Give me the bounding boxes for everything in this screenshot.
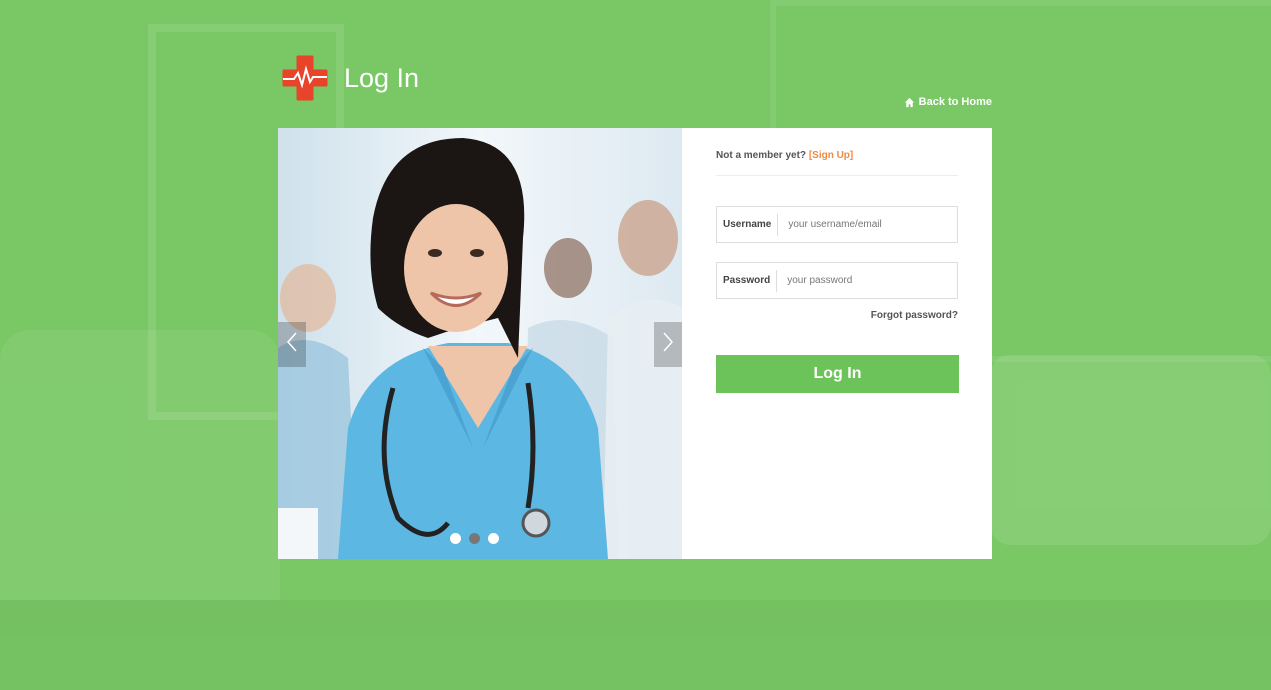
username-field-group: Username: [716, 206, 958, 243]
carousel-dot-2[interactable]: [469, 533, 480, 544]
background-chair: [0, 330, 280, 600]
nurse-photo: [278, 128, 682, 559]
password-input[interactable]: [777, 274, 940, 287]
carousel-indicators: [450, 533, 499, 544]
page-title: Log In: [344, 62, 420, 93]
password-label: Password: [717, 269, 778, 292]
carousel-next-button[interactable]: [654, 322, 682, 367]
medical-cross-heartbeat-icon: [281, 54, 329, 102]
signup-prompt: Not a member yet? [Sign Up]: [716, 150, 958, 161]
carousel-dot-1[interactable]: [450, 533, 461, 544]
chevron-left-icon: [286, 331, 298, 358]
username-input[interactable]: [778, 218, 941, 231]
back-to-home-label: Back to Home: [918, 96, 992, 108]
not-member-text: Not a member yet?: [716, 150, 807, 161]
background-floor: [0, 600, 1271, 690]
login-card: Not a member yet? [Sign Up] Username Pas…: [278, 128, 992, 559]
login-form: Not a member yet? [Sign Up] Username Pas…: [716, 128, 959, 393]
username-label: Username: [717, 213, 779, 236]
background-sofa: [990, 355, 1271, 545]
login-button[interactable]: Log In: [716, 355, 959, 393]
password-field-group: Password: [716, 262, 958, 299]
image-carousel: [278, 128, 682, 559]
back-to-home-link[interactable]: Back to Home: [904, 96, 992, 108]
home-icon: [904, 97, 915, 108]
signup-link[interactable]: [Sign Up]: [809, 150, 853, 161]
divider: [716, 175, 958, 176]
forgot-password-link[interactable]: Forgot password?: [716, 310, 958, 321]
carousel-dot-3[interactable]: [488, 533, 499, 544]
brand-header: Log In: [281, 53, 419, 103]
chevron-right-icon: [662, 331, 674, 358]
carousel-prev-button[interactable]: [278, 322, 306, 367]
